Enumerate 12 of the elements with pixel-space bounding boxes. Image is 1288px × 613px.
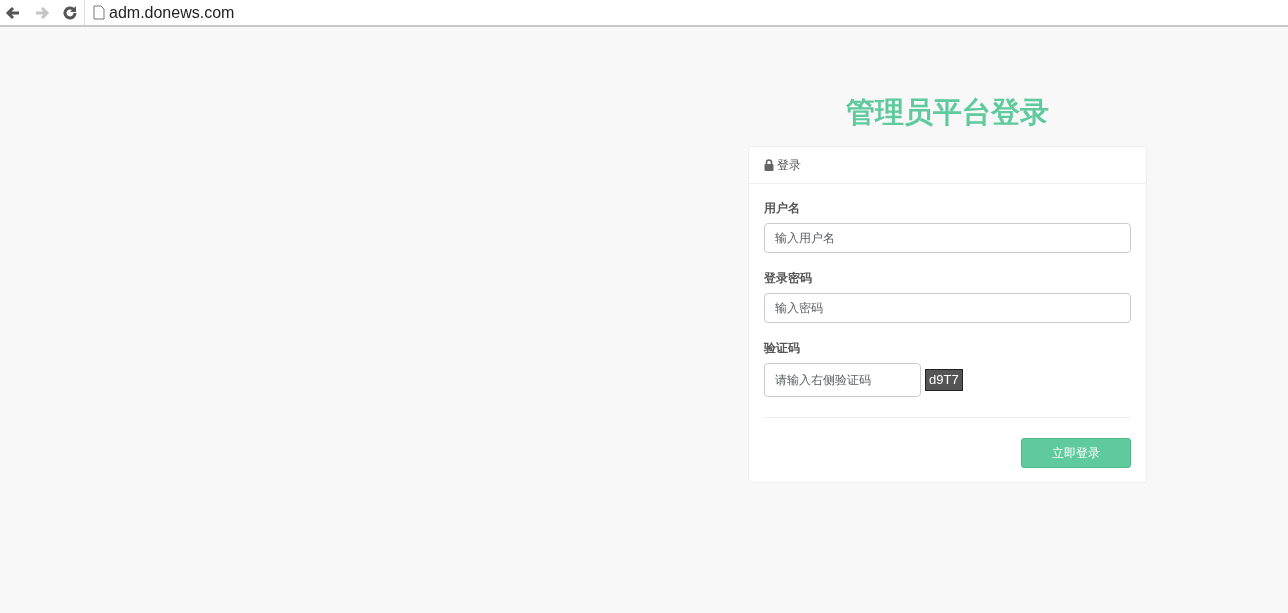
page-icon xyxy=(93,5,105,20)
password-field[interactable]: 输入密码 xyxy=(764,292,1131,323)
field-label: 验证码 xyxy=(764,339,801,357)
username-field[interactable]: 输入用户名 xyxy=(764,222,1131,253)
field-label: 登录密码 xyxy=(764,269,813,287)
captcha-field[interactable]: 请输入右侧验证码 xyxy=(764,362,921,397)
field-label: 用户名 xyxy=(764,199,801,217)
lock-icon xyxy=(764,158,774,171)
reload-icon xyxy=(61,3,79,22)
captcha-image[interactable]: d9T7 xyxy=(925,369,963,391)
panel-heading: 登录 xyxy=(777,156,801,174)
page-title: 管理员平台登录 xyxy=(845,95,1050,130)
